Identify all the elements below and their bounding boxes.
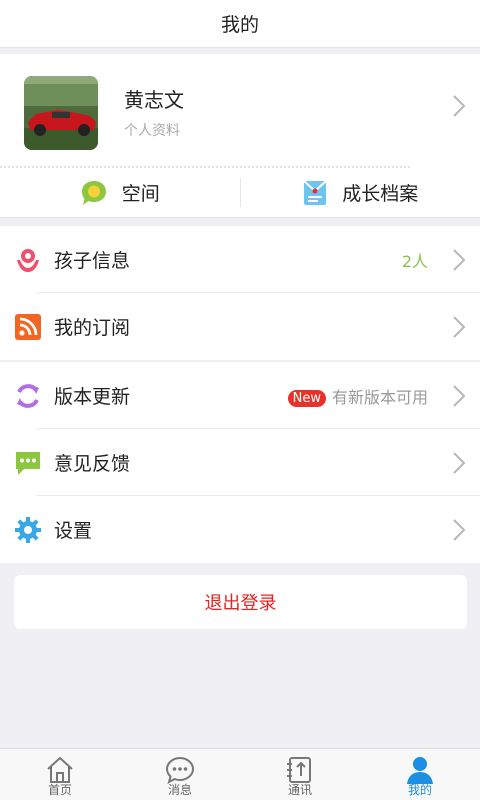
menu-item-subscriptions[interactable]: 我的订阅 bbox=[0, 293, 480, 360]
chevron-right-icon bbox=[453, 384, 466, 407]
message-icon bbox=[16, 451, 40, 475]
child-icon bbox=[17, 248, 39, 272]
tab-contacts[interactable]: 通讯 bbox=[240, 749, 360, 800]
refresh-icon bbox=[17, 383, 39, 408]
tab-label: 消息 bbox=[167, 783, 192, 797]
chevron-right-icon bbox=[453, 518, 466, 541]
growth-archive-label: 成长档案 bbox=[342, 183, 419, 205]
profile-card[interactable]: 黄志文 个人资料 bbox=[0, 54, 480, 168]
tab-label: 首页 bbox=[47, 783, 72, 797]
menu-label: 设置 bbox=[54, 520, 93, 542]
chevron-right-icon bbox=[453, 451, 466, 474]
update-status-text: 有新版本可用 bbox=[331, 387, 428, 407]
menu-item-feedback[interactable]: 意见反馈 bbox=[0, 429, 480, 496]
profile-subtitle: 个人资料 bbox=[124, 123, 180, 139]
menu-label: 我的订阅 bbox=[54, 317, 131, 339]
quick-links: 空间 成长档案 bbox=[0, 168, 480, 218]
update-status: New 有新版本可用 bbox=[287, 384, 428, 408]
envelope-icon bbox=[303, 179, 327, 205]
space-link[interactable]: 空间 bbox=[0, 168, 240, 217]
menu-item-settings[interactable]: 设置 bbox=[0, 496, 480, 563]
logout-button[interactable]: 退出登录 bbox=[14, 575, 467, 629]
tab-messages[interactable]: 消息 bbox=[120, 749, 240, 800]
menu-group-1: 孩子信息 2人 我的订阅 bbox=[0, 226, 480, 360]
logout-label: 退出登录 bbox=[204, 593, 277, 614]
menu-group-2: 版本更新 New 有新版本可用 意见反馈 设置 bbox=[0, 362, 480, 563]
tab-home[interactable]: 首页 bbox=[0, 749, 120, 800]
rss-icon bbox=[15, 313, 41, 340]
avatar[interactable] bbox=[24, 76, 98, 150]
menu-label: 版本更新 bbox=[54, 386, 131, 408]
menu-item-version-update[interactable]: 版本更新 New 有新版本可用 bbox=[0, 362, 480, 429]
tab-label: 我的 bbox=[407, 783, 432, 797]
chat-bubble-icon bbox=[81, 180, 106, 205]
chevron-right-icon bbox=[453, 248, 466, 271]
growth-archive-link[interactable]: 成长档案 bbox=[239, 178, 480, 207]
chevron-right-icon bbox=[453, 315, 466, 338]
tab-label: 通讯 bbox=[287, 783, 312, 797]
space-label: 空间 bbox=[121, 183, 160, 205]
menu-item-child-info[interactable]: 孩子信息 2人 bbox=[0, 226, 480, 293]
user-name: 黄志文 bbox=[124, 88, 184, 112]
chevron-right-icon bbox=[453, 95, 466, 117]
child-count: 2人 bbox=[401, 251, 428, 271]
menu-label: 孩子信息 bbox=[54, 250, 131, 272]
page-header: 我的 bbox=[0, 0, 480, 48]
bottom-tab-bar: 首页 消息 通讯 我的 bbox=[0, 748, 480, 800]
gear-icon bbox=[15, 516, 41, 543]
menu-label: 意见反馈 bbox=[54, 453, 131, 475]
page-title: 我的 bbox=[220, 14, 259, 36]
new-badge: New bbox=[287, 389, 326, 407]
tab-profile[interactable]: 我的 bbox=[360, 749, 480, 800]
